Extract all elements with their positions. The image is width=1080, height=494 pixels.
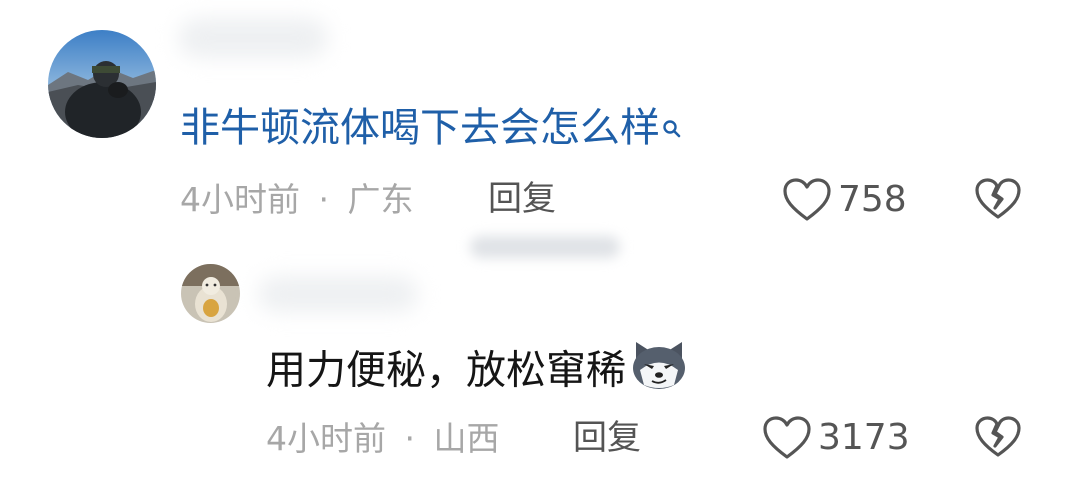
- user-avatar[interactable]: [48, 30, 156, 138]
- avatar-photo: [48, 30, 156, 138]
- avatar-photo: [181, 264, 240, 323]
- comment-location: 山西: [433, 419, 500, 458]
- dislike-button[interactable]: [974, 177, 1022, 225]
- reply-username-blurred[interactable]: [258, 276, 418, 312]
- like-count: 3173: [818, 417, 910, 458]
- reply-button[interactable]: 回复: [573, 421, 641, 455]
- heart-icon: [783, 178, 831, 221]
- blurred-separator: [470, 236, 620, 258]
- like-button[interactable]: 758: [782, 177, 907, 223]
- like-count: 758: [838, 179, 907, 220]
- meta-separator: ·: [404, 419, 416, 458]
- comment-time: 4小时前: [266, 419, 386, 458]
- reply-comment-text[interactable]: 用力便秘，放松窜稀: [266, 342, 688, 398]
- comment-text: 非牛顿流体喝下去会怎么样: [180, 105, 660, 151]
- search-icon: [662, 106, 682, 146]
- comment-meta: 4小时前 · 广东: [180, 183, 414, 216]
- comment-text-link[interactable]: 非牛顿流体喝下去会怎么样: [180, 108, 682, 148]
- reply-comment-meta: 4小时前 · 山西: [266, 422, 500, 455]
- like-button[interactable]: 3173: [762, 415, 910, 461]
- broken-heart-icon: [975, 416, 1021, 457]
- dislike-button[interactable]: [974, 415, 1022, 463]
- comment-location: 广东: [347, 180, 414, 219]
- reply-user-avatar[interactable]: [181, 264, 240, 323]
- username-blurred[interactable]: [178, 18, 328, 58]
- comment-text: 用力便秘，放松窜稀: [266, 347, 626, 394]
- meta-separator: ·: [318, 180, 330, 219]
- husky-dog-emoji: [630, 339, 688, 398]
- broken-heart-icon: [975, 178, 1021, 219]
- comment-time: 4小时前: [180, 180, 300, 219]
- reply-button[interactable]: 回复: [488, 182, 556, 216]
- heart-icon: [763, 416, 811, 459]
